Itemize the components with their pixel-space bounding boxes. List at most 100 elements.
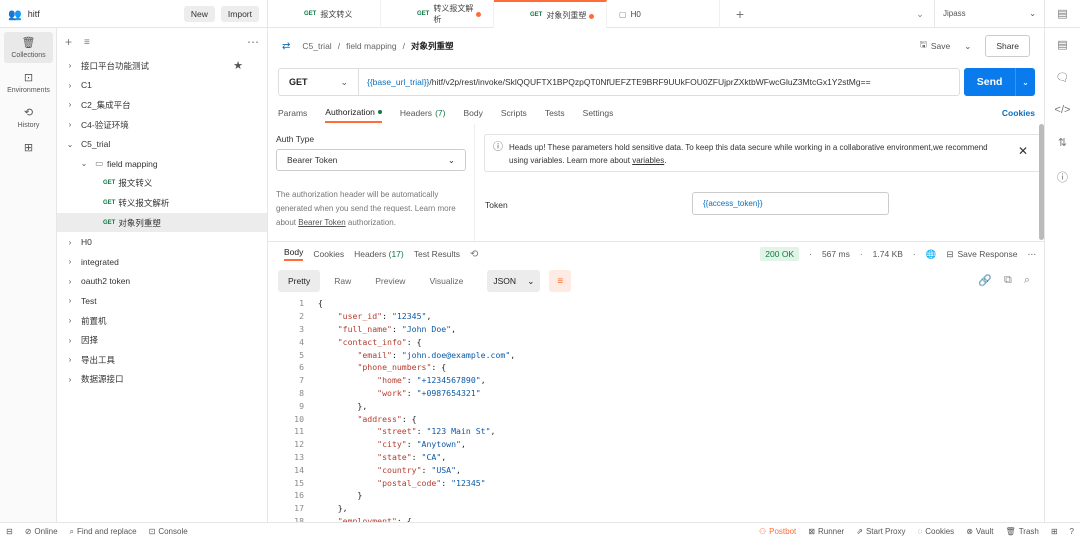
auth-type-select[interactable]: Bearer Token ⌄ (276, 149, 466, 171)
chevron-right-icon[interactable]: › (65, 100, 75, 109)
filter-icon[interactable]: ≡ (84, 37, 90, 48)
sidebar-item[interactable]: GET 对象列重塑 (57, 212, 267, 233)
chevron-right-icon[interactable]: › (65, 375, 75, 384)
rail-apps[interactable]: ⊞ (4, 137, 53, 158)
close-icon[interactable]: ✕ (1014, 141, 1032, 165)
rail-environments[interactable]: ⊡ Environments (4, 67, 53, 98)
rail-history[interactable]: ⟲ History (4, 102, 53, 133)
new-button[interactable]: New (183, 6, 215, 22)
sidebar-item[interactable]: › 接口平台功能测试 ★ (57, 56, 267, 76)
sidebar-item[interactable]: GET 转义报文解析 (57, 193, 267, 213)
sidebar-item[interactable]: › 数据源接口 (57, 370, 267, 390)
wrap-lines-icon[interactable]: ≡ (549, 270, 572, 292)
save-button[interactable]: 🖫 Save (920, 39, 951, 53)
trash-button[interactable]: 🗑 Trash (1006, 527, 1039, 536)
search-icon[interactable]: ⌕ (1024, 274, 1030, 287)
chevron-right-icon[interactable]: › (65, 355, 75, 364)
help-icon[interactable]: ? (1070, 527, 1074, 536)
response-size[interactable]: 1.74 KB (873, 249, 903, 259)
tab-body[interactable]: Body (463, 103, 482, 123)
sidebar-toggle-icon[interactable]: ⊟ (6, 527, 13, 536)
res-tab-body[interactable]: Body (284, 247, 304, 261)
sidebar-item[interactable]: › 导出工具 (57, 350, 267, 370)
sidebar-item[interactable]: ⌄ ▭ field mapping (57, 154, 267, 174)
sidebar-item[interactable]: › oauth2 token (57, 272, 267, 292)
share-button[interactable]: Share (985, 35, 1030, 57)
sidebar-item[interactable]: › C4-验证环境 (57, 115, 267, 135)
environment-select[interactable]: Jipass ⌄ (934, 0, 1044, 27)
status-badge[interactable]: 200 OK (760, 247, 800, 261)
related-collections-icon[interactable]: ⇅ (1058, 136, 1067, 149)
method-select[interactable]: GET ⌄ (279, 69, 359, 95)
save-options-chevron-icon[interactable]: ⌄ (964, 41, 971, 52)
documentation-icon[interactable]: ▤ (1057, 38, 1067, 51)
comments-icon[interactable]: 🗨 (1056, 71, 1070, 84)
tab-tests[interactable]: Tests (545, 103, 565, 123)
console-button[interactable]: ⊡ Console (149, 527, 188, 536)
res-tab-test-results[interactable]: Test Results (414, 249, 460, 259)
chevron-right-icon[interactable]: › (65, 81, 75, 90)
language-select[interactable]: JSON ⌄ (487, 270, 541, 292)
cookies-link[interactable]: Cookies (1002, 103, 1035, 123)
vault-button[interactable]: ⊗ Vault (966, 527, 993, 536)
sidebar-item[interactable]: › 因择 (57, 330, 267, 350)
tab-duixiang-lie-chongsu[interactable]: GET 对象列重塑 (494, 0, 607, 28)
tab-overflow-chevron-icon[interactable]: ⌄ (906, 0, 934, 28)
sidebar-item[interactable]: ⌄ C5_trial (57, 134, 267, 154)
res-tab-headers[interactable]: Headers (17) (354, 249, 404, 259)
chevron-right-icon[interactable]: › (65, 120, 75, 129)
response-divider[interactable] (268, 241, 1044, 242)
online-status[interactable]: ⊘ Online (25, 527, 58, 536)
sidebar-item[interactable]: › Test (57, 291, 267, 311)
runner-button[interactable]: ⊠ Runner (808, 527, 844, 536)
sidebar-item[interactable]: GET 报文转义 (57, 174, 267, 194)
chevron-down-icon[interactable]: ⌄ (79, 159, 89, 168)
more-options-icon[interactable]: ⋯ (247, 35, 259, 49)
layout-icon[interactable]: ⊞ (1051, 527, 1058, 536)
import-button[interactable]: Import (220, 6, 259, 22)
variables-link[interactable]: variables (632, 156, 664, 165)
cookies-button[interactable]: ◌ Cookies (918, 527, 955, 536)
tab-params[interactable]: Params (278, 103, 307, 123)
breadcrumb-collection[interactable]: C5_trial (302, 41, 331, 51)
chevron-right-icon[interactable]: › (65, 336, 75, 345)
tab-scripts[interactable]: Scripts (501, 103, 527, 123)
copy-icon[interactable]: ⧉ (1004, 274, 1012, 287)
code-icon[interactable]: </> (1055, 104, 1071, 116)
bearer-token-link[interactable]: Bearer Token (298, 218, 345, 227)
find-replace-button[interactable]: ⌕ Find and replace (70, 527, 137, 537)
breadcrumb-folder[interactable]: field mapping (346, 41, 397, 51)
response-time[interactable]: 567 ms (822, 249, 850, 259)
star-icon[interactable]: ★ (233, 59, 243, 72)
send-button[interactable]: Send ⌄ (964, 68, 1035, 96)
chevron-right-icon[interactable]: › (65, 61, 75, 70)
sidebar-item[interactable]: › C2_集成平台 (57, 95, 267, 115)
chevron-right-icon[interactable]: › (65, 316, 75, 325)
info-icon[interactable]: ⓘ (1057, 169, 1068, 185)
save-response-button[interactable]: ⊟ Save Response (946, 249, 1017, 260)
format-raw[interactable]: Raw (324, 270, 361, 292)
res-tab-cookies[interactable]: Cookies (313, 249, 344, 259)
link-icon[interactable]: 🔗 (978, 274, 992, 287)
chevron-right-icon[interactable]: › (65, 277, 75, 286)
chevron-down-icon[interactable]: ⌄ (65, 140, 75, 149)
tab-baowen-zhuanyi[interactable]: GET 报文转义 (268, 0, 381, 28)
more-options-icon[interactable]: ⋯ (1028, 249, 1037, 260)
url-input[interactable]: {{base_url_trial}} /hitf/v2p/rest/invoke… (359, 69, 959, 95)
start-proxy-button[interactable]: ⇗ Start Proxy (856, 527, 905, 536)
tab-headers[interactable]: Headers (7) (400, 103, 446, 123)
chevron-right-icon[interactable]: › (65, 238, 75, 247)
workspace-name[interactable]: hitf (28, 9, 178, 19)
send-options-chevron-icon[interactable]: ⌄ (1015, 68, 1035, 96)
sidebar-item[interactable]: › 前置机 (57, 311, 267, 331)
sidebar-item[interactable]: › C1 (57, 76, 267, 96)
add-tab-button[interactable]: + (720, 0, 760, 28)
tab-zhuanyi-jiexi[interactable]: GET 转义报文解析 (381, 0, 494, 28)
add-collection-icon[interactable]: + (65, 35, 72, 49)
chevron-right-icon[interactable]: › (65, 257, 75, 266)
tab-authorization[interactable]: Authorization (325, 103, 382, 123)
history-icon[interactable]: ⟲ (470, 249, 478, 260)
token-input[interactable]: {{access_token}} (692, 192, 889, 215)
rail-collections[interactable]: 🗑 Collections (4, 32, 53, 63)
chevron-right-icon[interactable]: › (65, 296, 75, 305)
